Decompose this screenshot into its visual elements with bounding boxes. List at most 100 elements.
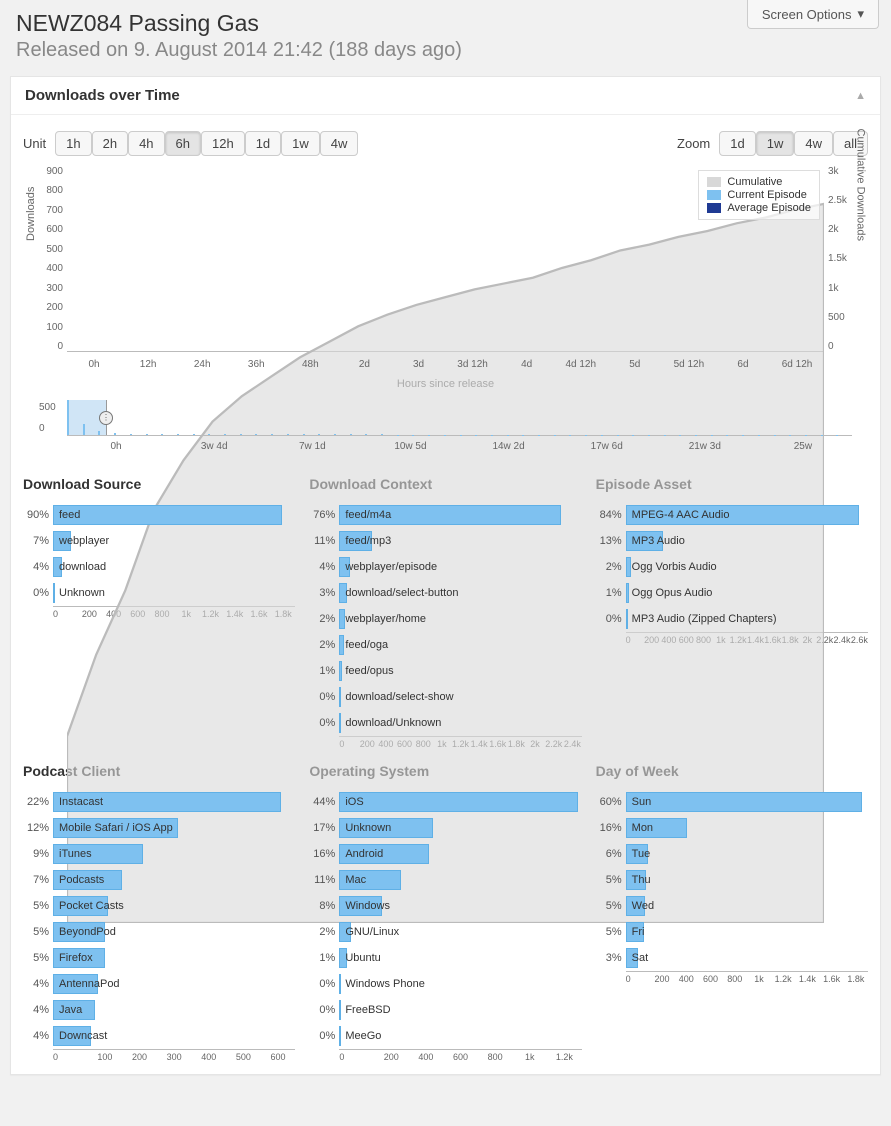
hbar-percent: 2% bbox=[596, 561, 626, 573]
hbar-row: 0%download/select-show bbox=[309, 684, 581, 710]
mini-chart-title: Day of Week bbox=[596, 763, 868, 779]
brush-grip-icon[interactable]: ⋮ bbox=[99, 411, 113, 425]
hbar-percent: 13% bbox=[596, 535, 626, 547]
hbar-label: webplayer bbox=[59, 535, 109, 547]
hbar-row: 11%Mac bbox=[309, 867, 581, 893]
hbar-percent: 6% bbox=[596, 848, 626, 860]
hbar-label: iTunes bbox=[59, 848, 92, 860]
chevron-down-icon: ▾ bbox=[857, 6, 864, 22]
hbar-label: Ubuntu bbox=[345, 952, 380, 964]
legend-swatch-cumulative bbox=[707, 177, 721, 187]
hbar-row: 5%Pocket Casts bbox=[23, 893, 295, 919]
hbar-row: 90%feed bbox=[23, 502, 295, 528]
hbar-percent: 4% bbox=[309, 561, 339, 573]
zoom-button-4w[interactable]: 4w bbox=[794, 131, 833, 156]
hbar-percent: 0% bbox=[596, 613, 626, 625]
hbar-label: Wed bbox=[632, 900, 654, 912]
hbar-percent: 4% bbox=[23, 978, 53, 990]
hbar-label: webplayer/episode bbox=[345, 561, 437, 573]
mini-chart: Podcast Client 22%Instacast12%Mobile Safa… bbox=[23, 757, 295, 1062]
hbar-percent: 12% bbox=[23, 822, 53, 834]
hbar-row: 1% feed/opus bbox=[309, 658, 581, 684]
hbar-label: download/select-button bbox=[345, 587, 458, 599]
mini-chart: Episode Asset84%MPEG-4 AAC Audio13%MP3 A… bbox=[596, 470, 868, 749]
hbar-row: 0%FreeBSD bbox=[309, 997, 581, 1023]
mini-chart: Download Source90%feed7%webplayer4%downl… bbox=[23, 470, 295, 749]
hbar-label: download/Unknown bbox=[345, 717, 441, 729]
mini-chart-title: Operating System bbox=[309, 763, 581, 779]
hbar-row: 0%MeeGo bbox=[309, 1023, 581, 1049]
hbar-label: Thu bbox=[632, 874, 651, 886]
hbar-row: 22%Instacast bbox=[23, 789, 295, 815]
hbar-percent: 7% bbox=[23, 874, 53, 886]
hbar-percent: 5% bbox=[23, 926, 53, 938]
brush-selection[interactable]: ⋮ bbox=[67, 400, 107, 435]
hbar-label: feed/opus bbox=[345, 665, 393, 677]
downloads-over-time-chart: Downloads Cumulative Downloads 900800700… bbox=[31, 166, 860, 376]
hbar-row: 5% BeyondPod bbox=[23, 919, 295, 945]
y-axis-left-label: Downloads bbox=[25, 187, 37, 241]
hbar-label: Ogg Vorbis Audio bbox=[632, 561, 717, 573]
hbar-row: 2% webplayer/home bbox=[309, 606, 581, 632]
unit-button-4w[interactable]: 4w bbox=[320, 131, 359, 156]
hbar-label: Ogg Opus Audio bbox=[632, 587, 713, 599]
hbar-label: Sun bbox=[632, 796, 652, 808]
hbar-row: 5%Fri bbox=[596, 919, 868, 945]
hbar-row: 60%Sun bbox=[596, 789, 868, 815]
hbar-row: 11%feed/mp3 bbox=[309, 528, 581, 554]
unit-button-2h[interactable]: 2h bbox=[92, 131, 128, 156]
page-subtitle: Released on 9. August 2014 21:42 (188 da… bbox=[16, 39, 875, 62]
hbar-row: 12%Mobile Safari / iOS App bbox=[23, 815, 295, 841]
zoom-button-1d[interactable]: 1d bbox=[719, 131, 755, 156]
hbar-row: 0%MP3 Audio (Zipped Chapters) bbox=[596, 606, 868, 632]
hbar-label: BeyondPod bbox=[59, 926, 116, 938]
hbar-label: AntennaPod bbox=[59, 978, 120, 990]
hbar-row: 2%GNU/Linux bbox=[309, 919, 581, 945]
brush-ytick: 500 bbox=[39, 402, 56, 413]
hbar-row: 16%Mon bbox=[596, 815, 868, 841]
hbar-percent: 1% bbox=[596, 587, 626, 599]
zoom-button-1w[interactable]: 1w bbox=[756, 131, 795, 156]
hbar-label: feed/mp3 bbox=[345, 535, 391, 547]
hbar-row: 2% Ogg Vorbis Audio bbox=[596, 554, 868, 580]
hbar-row: 7%webplayer bbox=[23, 528, 295, 554]
unit-button-12h[interactable]: 12h bbox=[201, 131, 245, 156]
hbar-label: download bbox=[59, 561, 106, 573]
hbar-bar bbox=[339, 635, 344, 655]
hbar-percent: 5% bbox=[596, 874, 626, 886]
time-navigator[interactable]: 500 0 ⋮ 0h3w 4d7w 1d10w 5d14w 2d17w 6d21… bbox=[31, 400, 860, 452]
unit-button-4h[interactable]: 4h bbox=[128, 131, 164, 156]
hbar-percent: 1% bbox=[309, 665, 339, 677]
hbar-percent: 4% bbox=[23, 1004, 53, 1016]
hbar-label: Pocket Casts bbox=[59, 900, 124, 912]
panel-header[interactable]: Downloads over Time ▲ bbox=[11, 77, 880, 115]
hbar-percent: 11% bbox=[309, 874, 339, 886]
hbar-percent: 3% bbox=[596, 952, 626, 964]
x-axis-label: Hours since release bbox=[23, 378, 868, 390]
hbar-percent: 2% bbox=[309, 613, 339, 625]
hbar-label: Sat bbox=[632, 952, 649, 964]
hbar-bar bbox=[626, 792, 862, 812]
unit-button-1h[interactable]: 1h bbox=[55, 131, 91, 156]
collapse-icon: ▲ bbox=[855, 90, 866, 102]
unit-button-1d[interactable]: 1d bbox=[245, 131, 281, 156]
hbar-row: 4%Java bbox=[23, 997, 295, 1023]
hbar-label: Android bbox=[345, 848, 383, 860]
hbar-row: 44%iOS bbox=[309, 789, 581, 815]
mini-chart-title: Podcast Client bbox=[23, 763, 295, 779]
hbar-percent: 5% bbox=[596, 926, 626, 938]
unit-button-1w[interactable]: 1w bbox=[281, 131, 320, 156]
mini-chart-title: Episode Asset bbox=[596, 476, 868, 492]
hbar-row: 4%Downcast bbox=[23, 1023, 295, 1049]
hbar-label: webplayer/home bbox=[345, 613, 426, 625]
hbar-row: 0%Windows Phone bbox=[309, 971, 581, 997]
hbar-label: feed bbox=[59, 509, 80, 521]
hbar-percent: 0% bbox=[309, 978, 339, 990]
hbar-label: Tue bbox=[632, 848, 651, 860]
y-axis-right-label: Cumulative Downloads bbox=[854, 129, 866, 242]
hbar-percent: 76% bbox=[309, 509, 339, 521]
hbar-row: 5%Wed bbox=[596, 893, 868, 919]
unit-button-6h[interactable]: 6h bbox=[165, 131, 201, 156]
screen-options-button[interactable]: Screen Options ▾ bbox=[747, 0, 879, 29]
hbar-label: Windows bbox=[345, 900, 390, 912]
